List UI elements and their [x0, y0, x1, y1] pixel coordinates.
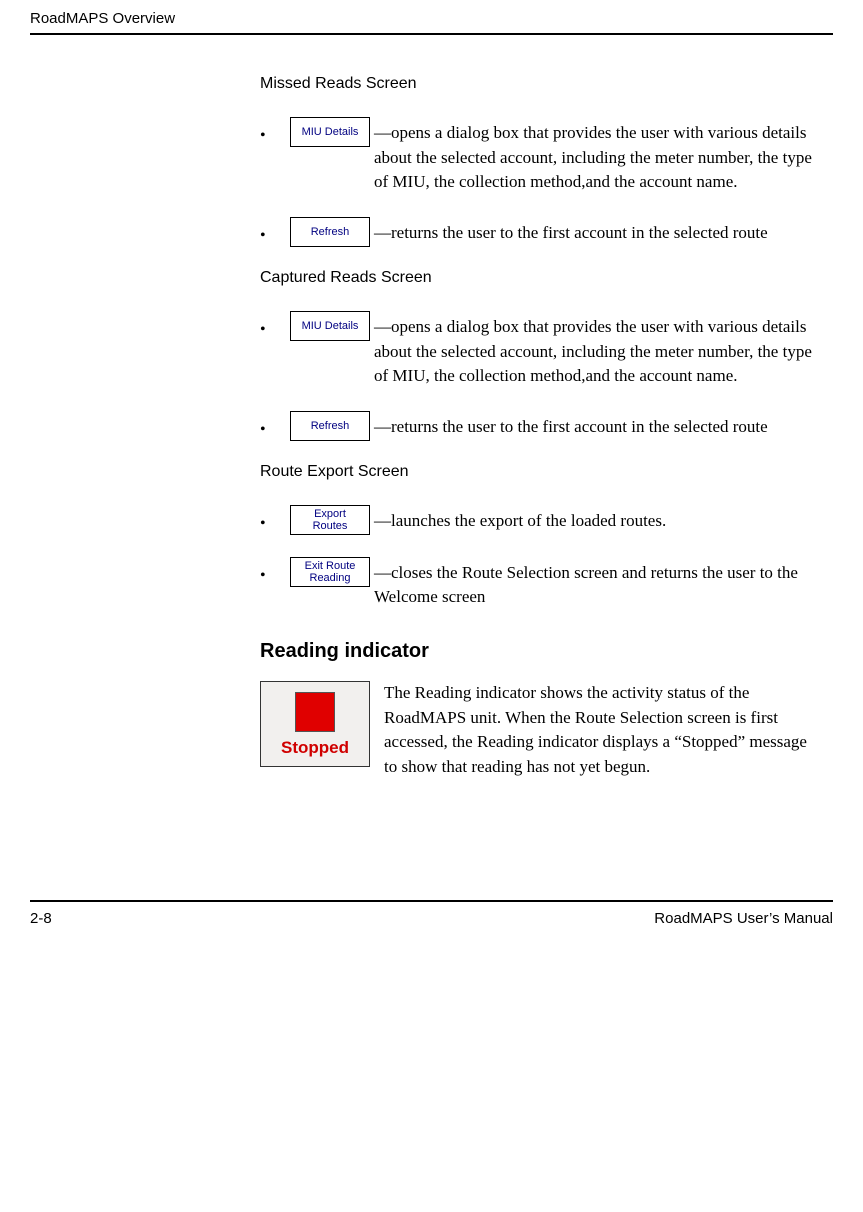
desc-text: opens a dialog box that provides the use… [374, 123, 812, 191]
item-description: —returns the user to the first account i… [374, 217, 813, 246]
reading-indicator-block: Stopped The Reading indicator shows the … [260, 681, 813, 780]
section-title-route-export: Route Export Screen [260, 463, 813, 481]
dash: — [374, 223, 391, 242]
bullet-item: • Exit Route Reading —closes the Route S… [260, 557, 813, 610]
bullet-dot-icon: • [260, 117, 290, 145]
page-footer: 2-8 RoadMAPS User’s Manual [30, 900, 833, 927]
stopped-label: Stopped [281, 738, 349, 758]
dash: — [374, 317, 391, 336]
desc-text: opens a dialog box that provides the use… [374, 317, 812, 385]
item-description: —opens a dialog box that provides the us… [374, 117, 813, 195]
reading-indicator-heading: Reading indicator [260, 640, 813, 663]
item-description: —returns the user to the first account i… [374, 411, 813, 440]
refresh-button[interactable]: Refresh [290, 217, 370, 247]
header-title: RoadMAPS Overview [30, 10, 175, 27]
miu-details-button[interactable]: MIU Details [290, 117, 370, 147]
page-header: RoadMAPS Overview [30, 10, 833, 35]
bullet-dot-icon: • [260, 411, 290, 439]
bullet-item: • Refresh —returns the user to the first… [260, 411, 813, 441]
desc-text: returns the user to the first account in… [391, 417, 768, 436]
dash: — [374, 123, 391, 142]
bullet-dot-icon: • [260, 557, 290, 585]
reading-indicator-text: The Reading indicator shows the activity… [384, 681, 813, 780]
exit-route-reading-button[interactable]: Exit Route Reading [290, 557, 370, 587]
item-description: —closes the Route Selection screen and r… [374, 557, 813, 610]
item-description: —launches the export of the loaded route… [374, 505, 813, 534]
desc-text: returns the user to the first account in… [391, 223, 768, 242]
bullet-dot-icon: • [260, 505, 290, 533]
bullet-item: • MIU Details —opens a dialog box that p… [260, 311, 813, 389]
export-routes-button[interactable]: Export Routes [290, 505, 370, 535]
desc-text: closes the Route Selection screen and re… [374, 563, 798, 607]
miu-details-button[interactable]: MIU Details [290, 311, 370, 341]
bullet-item: • MIU Details —opens a dialog box that p… [260, 117, 813, 195]
section-title-missed: Missed Reads Screen [260, 75, 813, 93]
bullet-item: • Refresh —returns the user to the first… [260, 217, 813, 247]
bullet-item: • Export Routes —launches the export of … [260, 505, 813, 535]
stopped-square-icon [295, 692, 335, 732]
section-title-captured: Captured Reads Screen [260, 269, 813, 287]
desc-text: launches the export of the loaded routes… [391, 511, 666, 530]
item-description: —opens a dialog box that provides the us… [374, 311, 813, 389]
refresh-button[interactable]: Refresh [290, 411, 370, 441]
dash: — [374, 417, 391, 436]
footer-page-number: 2-8 [30, 910, 52, 927]
footer-manual-title: RoadMAPS User’s Manual [654, 910, 833, 927]
dash: — [374, 563, 391, 582]
reading-indicator-figure: Stopped [260, 681, 370, 767]
bullet-dot-icon: • [260, 311, 290, 339]
bullet-dot-icon: • [260, 217, 290, 245]
dash: — [374, 511, 391, 530]
